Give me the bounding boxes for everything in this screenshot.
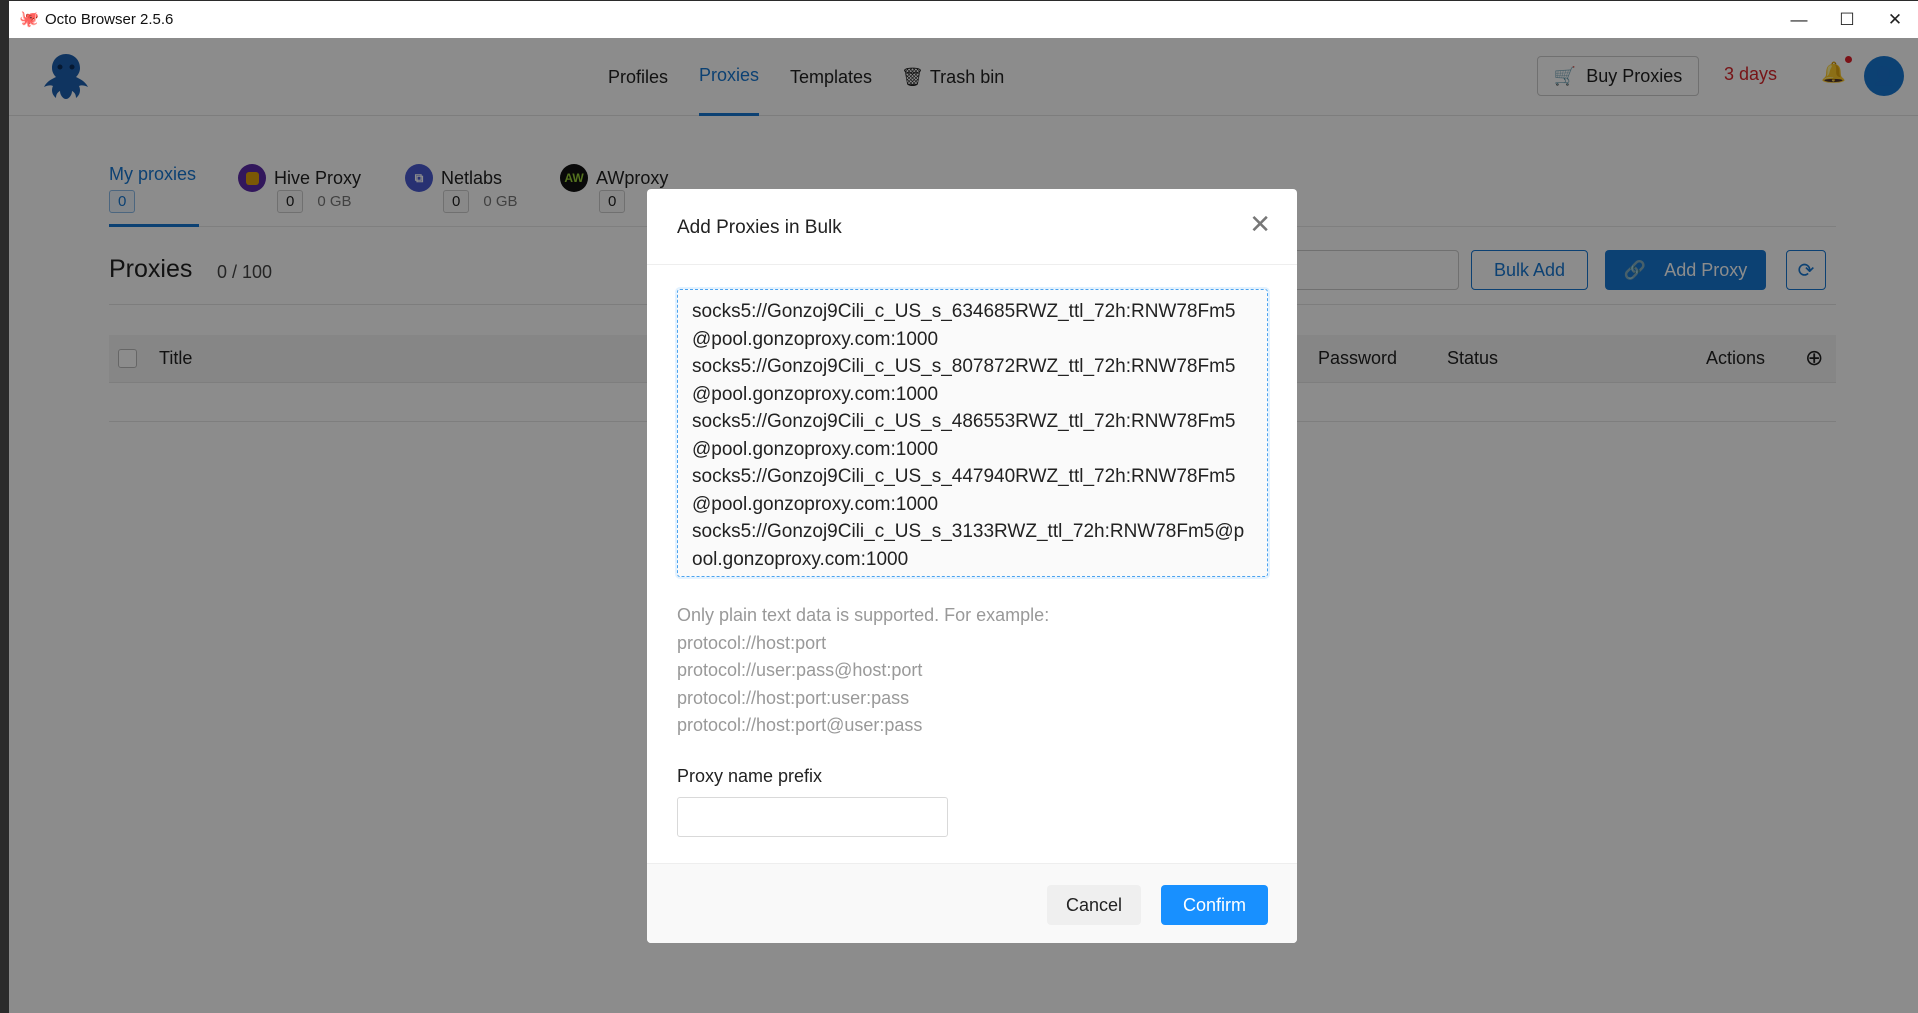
proxies-textarea-content[interactable]: socks5://Gonzoj9Cili_c_US_s_634685RWZ_tt… <box>678 290 1267 576</box>
format-help: Only plain text data is supported. For e… <box>677 602 1049 740</box>
app-window: 🐙 Octo Browser 2.5.6 — ☐ ✕ Profiles Prox… <box>9 1 1918 1013</box>
modal-header: Add Proxies in Bulk ✕ <box>647 189 1297 265</box>
title-bar: 🐙 Octo Browser 2.5.6 — ☐ ✕ <box>9 1 1918 38</box>
format-example: protocol://host:port:user:pass <box>677 687 910 708</box>
modal-title: Add Proxies in Bulk <box>677 217 842 238</box>
proxies-textarea[interactable]: socks5://Gonzoj9Cili_c_US_s_634685RWZ_tt… <box>677 289 1268 577</box>
maximize-icon[interactable]: ☐ <box>1824 1 1870 38</box>
format-example: protocol://user:pass@host:port <box>677 660 923 680</box>
prefix-label: Proxy name prefix <box>677 766 823 786</box>
format-example: protocol://host:port@user:pass <box>677 715 923 735</box>
bulk-add-modal: Add Proxies in Bulk ✕ socks5://Gonzoj9Ci… <box>647 189 1297 943</box>
format-example: protocol://host:port <box>677 632 827 653</box>
help-text: Only plain text data is supported. For e… <box>677 605 1050 625</box>
modal-footer: Cancel Confirm <box>647 863 1297 943</box>
cancel-button[interactable]: Cancel <box>1047 885 1141 925</box>
close-icon[interactable]: ✕ <box>1249 209 1271 240</box>
close-window-icon[interactable]: ✕ <box>1872 1 1918 38</box>
confirm-button[interactable]: Confirm <box>1161 885 1268 925</box>
window-title: Octo Browser 2.5.6 <box>45 11 174 28</box>
minimize-icon[interactable]: — <box>1776 1 1822 38</box>
proxy-name-prefix-input[interactable] <box>677 797 948 837</box>
octo-app-icon: 🐙 <box>19 10 39 28</box>
